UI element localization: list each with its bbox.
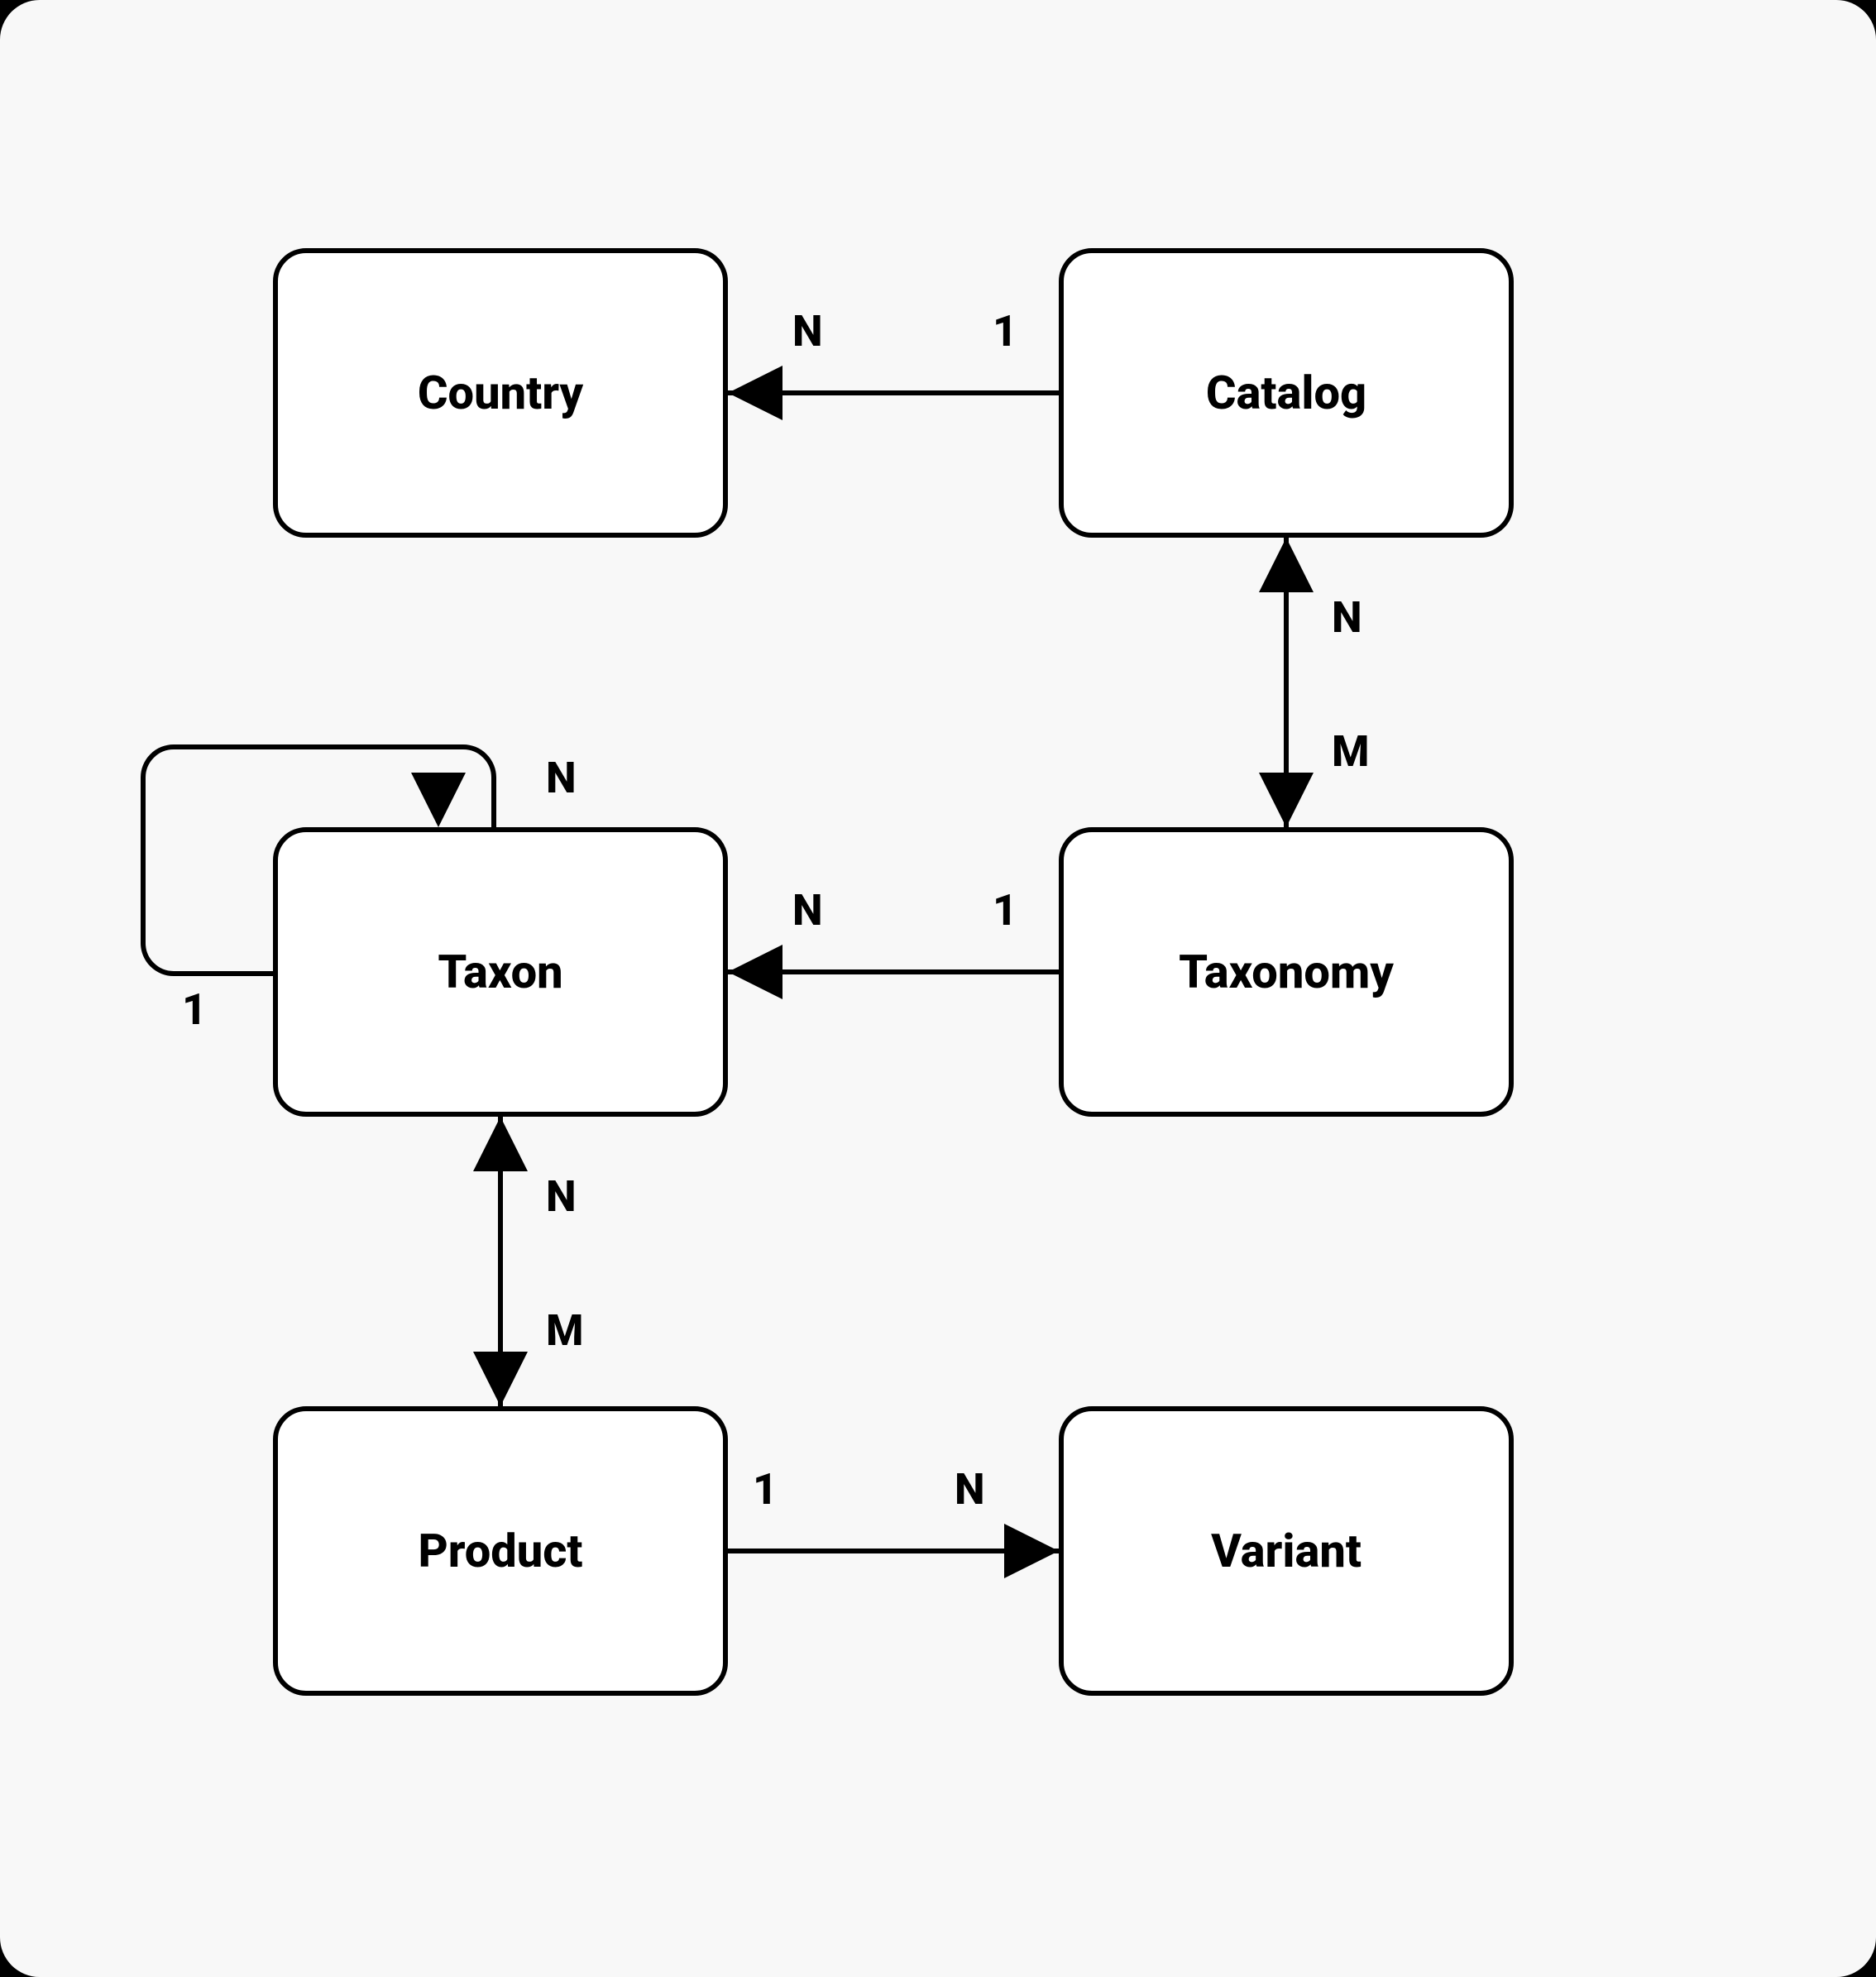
arrowhead-taxon-left [728, 945, 782, 999]
entity-label: Product [418, 1524, 582, 1578]
card-taxon-self-n: N [546, 753, 577, 803]
arrowhead-taxonomy-up [1259, 773, 1314, 827]
card-variant-n: N [955, 1464, 985, 1515]
entity-product: Product [273, 1406, 728, 1696]
card-taxon-n2: N [546, 1171, 577, 1222]
arrowhead-taxon-down [473, 1117, 528, 1171]
entity-variant: Variant [1059, 1406, 1514, 1696]
entity-label: Taxonomy [1179, 945, 1394, 999]
card-product-m: M [546, 1305, 584, 1356]
arrowhead-taxon-self [411, 773, 466, 827]
entity-label: Taxon [438, 945, 562, 999]
card-product-1: 1 [753, 1464, 778, 1515]
card-taxonomy-m: M [1332, 726, 1370, 777]
arrowhead-product-up [473, 1352, 528, 1406]
entity-taxonomy: Taxonomy [1059, 827, 1514, 1117]
card-catalog-1: 1 [993, 306, 1017, 357]
card-taxonomy-1: 1 [993, 885, 1017, 936]
entity-label: Catalog [1206, 366, 1366, 420]
arrowhead-variant [1004, 1524, 1059, 1578]
er-diagram: Country Catalog Taxon Taxonomy Product V… [0, 0, 1876, 1977]
entity-label: Country [418, 366, 583, 420]
entity-label: Variant [1211, 1524, 1362, 1578]
card-catalog-n: N [1332, 592, 1362, 643]
entity-taxon: Taxon [273, 827, 728, 1117]
arrowhead-country [728, 366, 782, 420]
entity-catalog: Catalog [1059, 248, 1514, 538]
card-taxon-n: N [792, 885, 823, 936]
card-country-n: N [792, 306, 823, 357]
card-taxon-self-1: 1 [182, 984, 207, 1035]
entity-country: Country [273, 248, 728, 538]
arrowhead-catalog-down [1259, 538, 1314, 592]
